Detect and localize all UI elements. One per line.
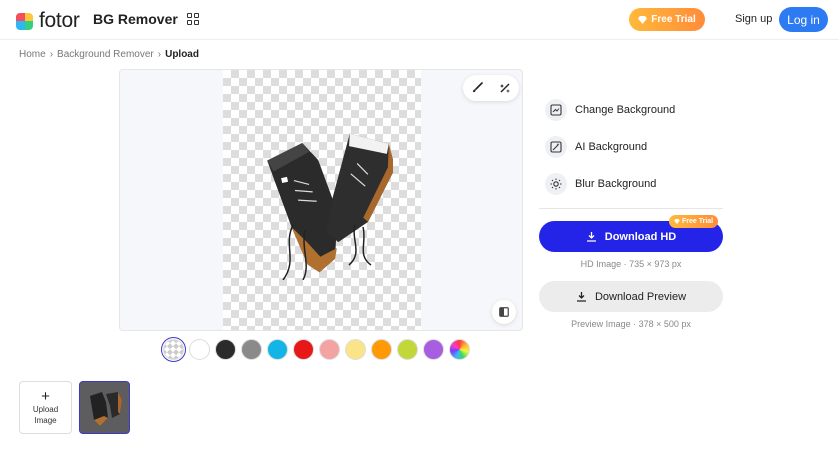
color-swatch[interactable] <box>345 339 366 360</box>
sneakers-image <box>267 133 393 280</box>
color-swatch[interactable] <box>241 339 262 360</box>
blur-background-icon <box>545 173 567 195</box>
fotor-logo-icon <box>16 12 33 30</box>
free-trial-badge-label: Free Trial <box>682 218 714 225</box>
plus-icon: + <box>41 387 50 405</box>
change-background-option[interactable]: Change Background <box>545 99 675 121</box>
download-hd-label: Download HD <box>604 230 677 243</box>
download-icon <box>576 292 586 302</box>
ai-background-option[interactable]: AI Background <box>545 136 675 158</box>
free-trial-badge: Free Trial <box>669 215 719 228</box>
signup-link[interactable]: Sign up <box>735 13 772 25</box>
side-divider <box>539 208 723 209</box>
thumbnail-image <box>80 382 128 432</box>
breadcrumb: Home › Background Remover › Upload <box>19 49 199 60</box>
hd-image-size: HD Image · 735 × 973 px <box>580 259 682 269</box>
color-swatch[interactable] <box>423 339 444 360</box>
breadcrumb-home[interactable]: Home <box>19 49 46 60</box>
diamond-icon <box>638 15 648 24</box>
ai-background-label: AI Background <box>575 141 648 153</box>
upload-label-line2: Image <box>34 415 57 425</box>
side-menu: Change Background AI Background Blur Bac… <box>545 99 675 210</box>
free-trial-button[interactable]: Free Trial <box>629 8 705 31</box>
color-swatch[interactable] <box>267 339 288 360</box>
breadcrumb-background-remover[interactable]: Background Remover <box>57 49 154 60</box>
download-icon <box>586 232 596 242</box>
logo-text: fotor <box>39 9 80 32</box>
image-canvas <box>119 69 523 331</box>
image-thumbnail[interactable] <box>79 381 130 434</box>
color-swatch[interactable] <box>449 339 470 360</box>
breadcrumb-current: Upload <box>165 49 199 60</box>
download-preview-label: Download Preview <box>594 290 687 303</box>
download-preview-button[interactable]: Download Preview <box>539 281 723 312</box>
login-button[interactable]: Log in <box>779 7 828 32</box>
preview-image-size: Preview Image · 378 × 500 px <box>571 319 691 329</box>
blur-background-option[interactable]: Blur Background <box>545 173 675 195</box>
apps-grid-icon[interactable] <box>187 13 199 25</box>
diamond-icon <box>674 219 680 224</box>
color-swatch[interactable] <box>293 339 314 360</box>
change-background-label: Change Background <box>575 104 676 116</box>
product-title: BG Remover <box>93 11 178 27</box>
fotor-logo[interactable]: fotor <box>16 9 80 33</box>
edit-tools <box>463 75 519 101</box>
ai-background-icon <box>545 136 567 158</box>
color-swatch[interactable] <box>319 339 340 360</box>
chevron-right-icon: › <box>157 49 162 60</box>
free-trial-label: Free Trial <box>651 14 696 25</box>
magic-erase-icon[interactable] <box>499 82 511 94</box>
compare-icon <box>499 307 509 317</box>
background-color-swatches <box>161 337 470 362</box>
color-swatch[interactable] <box>397 339 418 360</box>
top-header: fotor BG Remover Free Trial Sign up Log … <box>0 0 839 40</box>
color-swatch[interactable] <box>189 339 210 360</box>
color-swatch[interactable] <box>161 337 186 362</box>
upload-image-button[interactable]: + Upload Image <box>19 381 72 434</box>
blur-background-label: Blur Background <box>575 178 657 190</box>
color-swatch[interactable] <box>371 339 392 360</box>
brush-icon[interactable] <box>471 82 483 94</box>
compare-toggle-button[interactable] <box>492 300 516 324</box>
upload-label-line1: Upload <box>32 404 59 414</box>
chevron-right-icon: › <box>49 49 54 60</box>
change-background-icon <box>545 99 567 121</box>
color-swatch[interactable] <box>215 339 236 360</box>
transparent-checkerboard <box>223 70 421 330</box>
